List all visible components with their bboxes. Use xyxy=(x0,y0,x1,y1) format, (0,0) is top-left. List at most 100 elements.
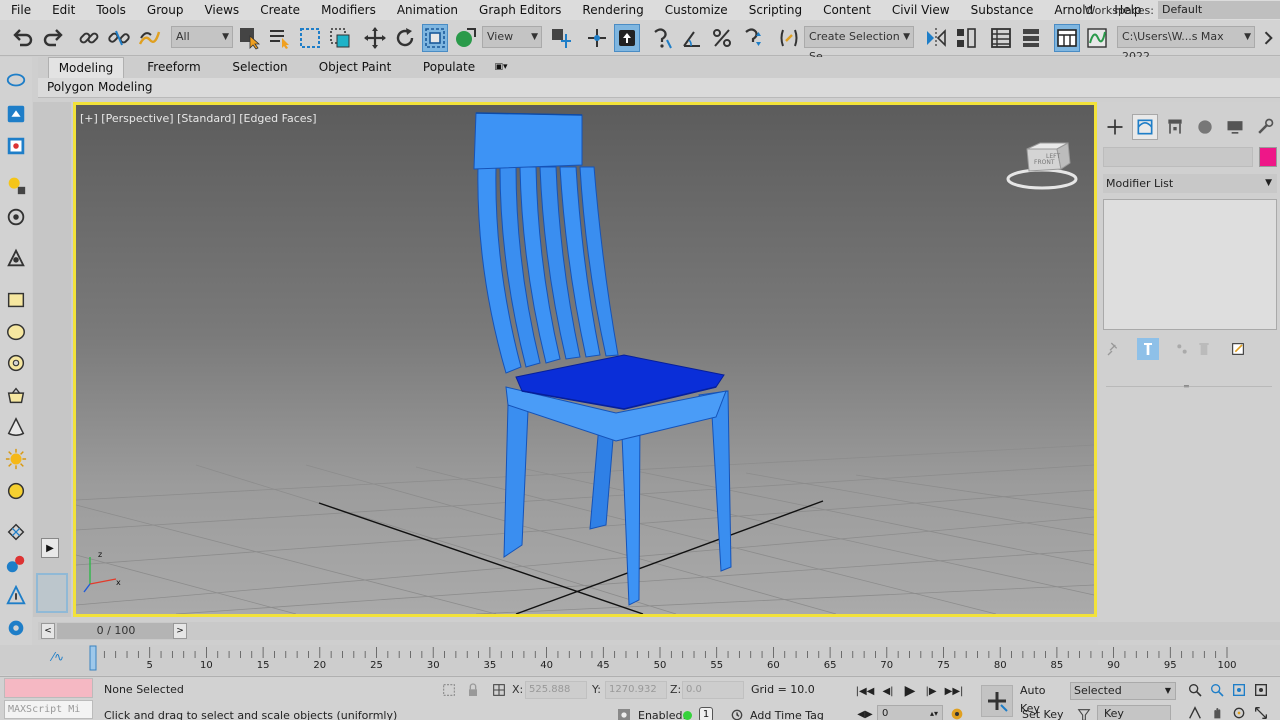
display-icon[interactable] xyxy=(1222,114,1248,140)
key-mode-toggle-icon[interactable]: ◀▶ xyxy=(855,705,875,720)
toggle-ribbon-icon[interactable] xyxy=(1054,24,1080,52)
select-object-icon[interactable] xyxy=(237,24,263,52)
scale-icon[interactable] xyxy=(422,24,448,52)
polygon-modeling-label[interactable]: Polygon Modeling xyxy=(47,80,153,94)
field-of-view-icon[interactable] xyxy=(1186,704,1204,720)
go-to-start-icon[interactable]: |◀◀ xyxy=(855,682,875,700)
expand-scene-explorer-button[interactable]: ▶ xyxy=(41,538,59,558)
tab-selection[interactable]: Selection xyxy=(224,57,296,78)
menu-views[interactable]: Views xyxy=(193,0,249,20)
utilities-icon[interactable] xyxy=(1252,114,1278,140)
menu-graph-editors[interactable]: Graph Editors xyxy=(468,0,571,20)
zoom-icon[interactable] xyxy=(1186,681,1204,699)
project-folder-dropdown[interactable]: C:\Users\W...s Max 2022▼ xyxy=(1117,26,1255,63)
create-icon[interactable] xyxy=(1102,114,1128,140)
menu-scripting[interactable]: Scripting xyxy=(738,0,812,20)
time-configuration-icon[interactable] xyxy=(948,705,966,720)
unlink-icon[interactable] xyxy=(106,24,132,52)
object-name-field[interactable] xyxy=(1103,147,1253,167)
hierarchy-icon[interactable] xyxy=(1162,114,1188,140)
curve-editor-icon[interactable] xyxy=(1084,24,1110,52)
orbit-icon[interactable] xyxy=(1230,704,1248,720)
maxscript-mini-listener[interactable]: MAXScript Mi xyxy=(4,700,93,719)
zoom-extents-icon[interactable] xyxy=(1230,681,1248,699)
pan-view-icon[interactable] xyxy=(1208,704,1226,720)
menu-create[interactable]: Create xyxy=(249,0,310,20)
redo-icon[interactable] xyxy=(40,24,66,52)
selection-mode-icon[interactable] xyxy=(3,67,29,93)
lock-selection-icon[interactable] xyxy=(464,681,482,699)
zoom-all-icon[interactable] xyxy=(1208,681,1226,699)
select-manipulate-icon[interactable] xyxy=(584,24,610,52)
edit-named-selection-icon[interactable] xyxy=(776,24,802,52)
menu-edit[interactable]: Edit xyxy=(41,0,85,20)
angle-snap-icon[interactable] xyxy=(679,24,705,52)
snaps-toggle-icon[interactable] xyxy=(649,24,675,52)
settings-gear-icon[interactable] xyxy=(3,615,29,641)
percent-snap-icon[interactable] xyxy=(709,24,735,52)
add-time-tag[interactable]: Add Time Tag xyxy=(750,709,824,720)
menu-tools[interactable]: Tools xyxy=(85,0,136,20)
tab-populate[interactable]: Populate xyxy=(414,57,484,78)
material-icon[interactable] xyxy=(3,551,29,577)
perspective-viewport[interactable]: z x FRONT LEFT [+] [Perspective] [Standa… xyxy=(73,102,1097,617)
menu-group[interactable]: Group xyxy=(136,0,194,20)
tab-modeling[interactable]: Modeling xyxy=(48,57,124,78)
viewport-layout-thumbnail[interactable] xyxy=(36,573,68,613)
go-to-end-icon[interactable]: ▶▶| xyxy=(944,682,964,700)
menu-content[interactable]: Content xyxy=(812,0,881,20)
undo-icon[interactable] xyxy=(10,24,36,52)
maximize-viewport-icon[interactable] xyxy=(1252,704,1270,720)
adaptive-degradation-icon[interactable] xyxy=(615,706,633,720)
zoom-extents-all-icon[interactable] xyxy=(1252,681,1270,699)
time-slider-thumb[interactable]: 0 / 100 xyxy=(57,623,175,639)
enabled-count[interactable]: 1 xyxy=(699,707,713,720)
toolbar-overflow-icon[interactable] xyxy=(1258,24,1278,52)
key-mode-dropdown[interactable]: Selected ▼ xyxy=(1070,682,1176,700)
system-icon[interactable] xyxy=(3,245,29,271)
bind-space-warp-icon[interactable] xyxy=(136,24,162,52)
container-icon[interactable] xyxy=(3,101,29,127)
ribbon-options-icon[interactable]: ▣▾ xyxy=(484,57,518,78)
menu-customize[interactable]: Customize xyxy=(654,0,738,20)
time-tag-icon[interactable] xyxy=(728,706,746,720)
absolute-offset-toggle-icon[interactable] xyxy=(490,681,508,699)
key-filters-icon[interactable] xyxy=(1075,706,1093,720)
menu-modifiers[interactable]: Modifiers xyxy=(310,0,386,20)
modifier-stack[interactable] xyxy=(1103,199,1277,330)
modify-icon[interactable] xyxy=(1132,114,1158,140)
modifier-list-dropdown[interactable]: Modifier List ▼ xyxy=(1103,174,1277,193)
maxscript-listener-output[interactable] xyxy=(4,678,93,698)
pin-stack-icon[interactable] xyxy=(1103,338,1125,360)
isolate-icon[interactable] xyxy=(3,133,29,159)
move-icon[interactable] xyxy=(362,24,388,52)
isolate-selection-icon[interactable] xyxy=(440,681,458,699)
play-icon[interactable]: ▶ xyxy=(900,682,920,700)
teapot-icon[interactable] xyxy=(3,382,29,408)
box-icon[interactable] xyxy=(3,287,29,313)
menu-file[interactable]: File xyxy=(0,0,41,20)
workspace-dropdown[interactable]: Default xyxy=(1158,1,1280,19)
track-bar[interactable]: ⁄∿ 0510152025303540455055606570758085909… xyxy=(0,645,1280,675)
menu-animation[interactable]: Animation xyxy=(386,0,468,20)
rectangular-selection-icon[interactable] xyxy=(297,24,323,52)
configure-modifier-sets-icon[interactable] xyxy=(1227,338,1249,360)
helper-icon[interactable] xyxy=(3,583,29,609)
set-key-button[interactable]: Set Key xyxy=(1022,706,1067,720)
show-end-result-icon[interactable] xyxy=(1137,338,1159,360)
menu-rendering[interactable]: Rendering xyxy=(571,0,653,20)
make-unique-icon[interactable] xyxy=(1171,338,1193,360)
enabled-indicator[interactable] xyxy=(683,711,692,720)
viewcube[interactable]: FRONT LEFT xyxy=(1006,142,1078,190)
reference-coordinate-dropdown[interactable]: View ▼ xyxy=(482,26,542,48)
menu-civil-view[interactable]: Civil View xyxy=(881,0,960,20)
cone-icon[interactable] xyxy=(3,414,29,440)
key-filters-button[interactable]: Key Filters... xyxy=(1097,705,1171,720)
y-coord-field[interactable]: 1270.932 xyxy=(605,681,667,699)
named-selection-sets-dropdown[interactable]: Create Selection Se▼ xyxy=(804,26,914,63)
layer-explorer-icon[interactable] xyxy=(1018,24,1044,52)
tab-object-paint[interactable]: Object Paint xyxy=(296,57,414,78)
z-coord-field[interactable]: 0.0 xyxy=(682,681,744,699)
menu-substance[interactable]: Substance xyxy=(960,0,1044,20)
auto-key-button[interactable]: Auto Key xyxy=(1020,682,1065,715)
